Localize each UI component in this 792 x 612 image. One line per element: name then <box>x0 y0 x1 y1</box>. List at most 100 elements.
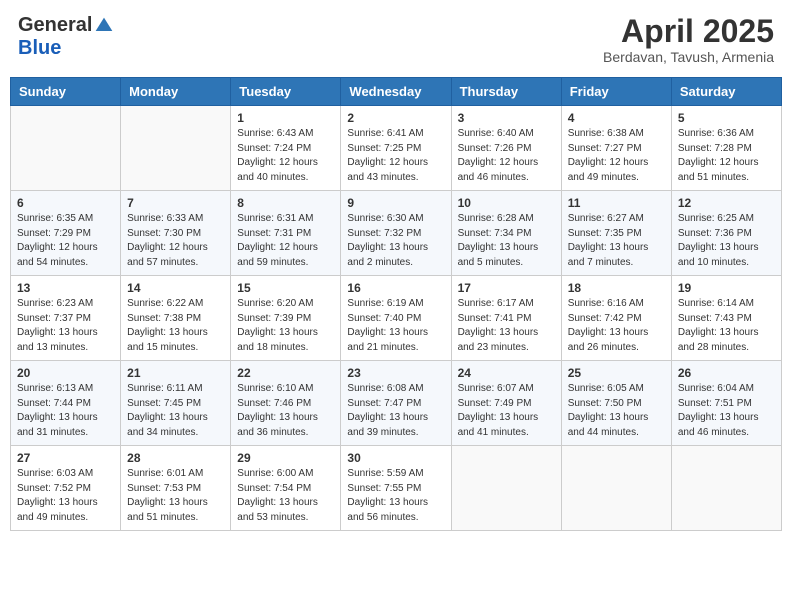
calendar-cell: 4 Sunrise: 6:38 AMSunset: 7:27 PMDaylight… <box>561 106 671 191</box>
day-info: Sunrise: 6:01 AMSunset: 7:53 PMDaylight:… <box>127 467 224 525</box>
calendar-cell <box>121 106 231 191</box>
day-info: Sunrise: 6:16 AMSunset: 7:42 PMDaylight:… <box>568 297 665 355</box>
calendar-cell <box>11 106 121 191</box>
day-info: Sunrise: 5:59 AMSunset: 7:55 PMDaylight:… <box>347 467 444 525</box>
calendar-cell: 16 Sunrise: 6:19 AMSunset: 7:40 PMDayligh… <box>341 276 451 361</box>
day-number: 28 <box>127 451 224 465</box>
day-number: 15 <box>237 281 334 295</box>
calendar-cell <box>671 446 781 531</box>
day-info: Sunrise: 6:33 AMSunset: 7:30 PMDaylight:… <box>127 212 224 270</box>
day-of-week-header: Thursday <box>451 78 561 106</box>
logo-blue-text: Blue <box>18 37 61 60</box>
day-info: Sunrise: 6:28 AMSunset: 7:34 PMDaylight:… <box>458 212 555 270</box>
day-info: Sunrise: 6:22 AMSunset: 7:38 PMDaylight:… <box>127 297 224 355</box>
day-number: 10 <box>458 196 555 210</box>
calendar-cell: 9 Sunrise: 6:30 AMSunset: 7:32 PMDaylight… <box>341 191 451 276</box>
logo-general-text: General <box>18 14 92 37</box>
day-number: 25 <box>568 366 665 380</box>
day-info: Sunrise: 6:38 AMSunset: 7:27 PMDaylight:… <box>568 127 665 185</box>
day-info: Sunrise: 6:14 AMSunset: 7:43 PMDaylight:… <box>678 297 775 355</box>
day-info: Sunrise: 6:00 AMSunset: 7:54 PMDaylight:… <box>237 467 334 525</box>
day-info: Sunrise: 6:30 AMSunset: 7:32 PMDaylight:… <box>347 212 444 270</box>
day-number: 24 <box>458 366 555 380</box>
title-section: April 2025 Berdavan, Tavush, Armenia <box>603 14 774 65</box>
day-number: 30 <box>347 451 444 465</box>
day-number: 20 <box>17 366 114 380</box>
calendar-week-row: 1Sunrise: 6:43 AMSunset: 7:24 PMDaylight… <box>11 106 782 191</box>
day-info: Sunrise: 6:36 AMSunset: 7:28 PMDaylight:… <box>678 127 775 185</box>
calendar-cell: 20 Sunrise: 6:13 AMSunset: 7:44 PMDayligh… <box>11 361 121 446</box>
day-info: Sunrise: 6:35 AMSunset: 7:29 PMDaylight:… <box>17 212 114 270</box>
day-of-week-header: Wednesday <box>341 78 451 106</box>
day-info: Sunrise: 6:03 AMSunset: 7:52 PMDaylight:… <box>17 467 114 525</box>
day-info: Sunrise: 6:40 AMSunset: 7:26 PMDaylight:… <box>458 127 555 185</box>
calendar-cell: 30 Sunrise: 5:59 AMSunset: 7:55 PMDayligh… <box>341 446 451 531</box>
calendar-cell: 21 Sunrise: 6:11 AMSunset: 7:45 PMDayligh… <box>121 361 231 446</box>
day-info: Sunrise: 6:10 AMSunset: 7:46 PMDaylight:… <box>237 382 334 440</box>
day-number: 7 <box>127 196 224 210</box>
day-number: 26 <box>678 366 775 380</box>
day-of-week-header: Tuesday <box>231 78 341 106</box>
day-number: 29 <box>237 451 334 465</box>
calendar-table: SundayMondayTuesdayWednesdayThursdayFrid… <box>10 77 782 531</box>
day-number: 23 <box>347 366 444 380</box>
calendar-cell <box>451 446 561 531</box>
month-title: April 2025 <box>603 14 774 49</box>
calendar-week-row: 13Sunrise: 6:23 AMSunset: 7:37 PMDayligh… <box>11 276 782 361</box>
day-number: 14 <box>127 281 224 295</box>
calendar-cell: 27 Sunrise: 6:03 AMSunset: 7:52 PMDayligh… <box>11 446 121 531</box>
day-info: Sunrise: 6:43 AMSunset: 7:24 PMDaylight:… <box>237 127 334 185</box>
day-number: 5 <box>678 111 775 125</box>
calendar-cell: 23Sunrise: 6:08 AMSunset: 7:47 PMDayligh… <box>341 361 451 446</box>
day-info: Sunrise: 6:05 AMSunset: 7:50 PMDaylight:… <box>568 382 665 440</box>
day-number: 8 <box>237 196 334 210</box>
day-info: Sunrise: 6:13 AMSunset: 7:44 PMDaylight:… <box>17 382 114 440</box>
day-info: Sunrise: 6:19 AMSunset: 7:40 PMDaylight:… <box>347 297 444 355</box>
calendar-cell: 6 Sunrise: 6:35 AMSunset: 7:29 PMDaylight… <box>11 191 121 276</box>
day-info: Sunrise: 6:41 AMSunset: 7:25 PMDaylight:… <box>347 127 444 185</box>
day-number: 27 <box>17 451 114 465</box>
day-number: 9 <box>347 196 444 210</box>
calendar-cell: 14 Sunrise: 6:22 AMSunset: 7:38 PMDayligh… <box>121 276 231 361</box>
calendar-header-row: SundayMondayTuesdayWednesdayThursdayFrid… <box>11 78 782 106</box>
day-info: Sunrise: 6:11 AMSunset: 7:45 PMDaylight:… <box>127 382 224 440</box>
calendar-week-row: 27 Sunrise: 6:03 AMSunset: 7:52 PMDayligh… <box>11 446 782 531</box>
page-header: General Blue April 2025 Berdavan, Tavush… <box>10 10 782 69</box>
calendar-cell: 29 Sunrise: 6:00 AMSunset: 7:54 PMDayligh… <box>231 446 341 531</box>
logo-icon <box>94 16 114 36</box>
calendar-cell: 25 Sunrise: 6:05 AMSunset: 7:50 PMDayligh… <box>561 361 671 446</box>
day-info: Sunrise: 6:20 AMSunset: 7:39 PMDaylight:… <box>237 297 334 355</box>
calendar-cell: 22Sunrise: 6:10 AMSunset: 7:46 PMDayligh… <box>231 361 341 446</box>
logo: General Blue <box>18 14 114 60</box>
location-title: Berdavan, Tavush, Armenia <box>603 49 774 65</box>
day-number: 3 <box>458 111 555 125</box>
calendar-cell: 5 Sunrise: 6:36 AMSunset: 7:28 PMDaylight… <box>671 106 781 191</box>
day-number: 6 <box>17 196 114 210</box>
calendar-cell <box>561 446 671 531</box>
calendar-cell: 1Sunrise: 6:43 AMSunset: 7:24 PMDaylight… <box>231 106 341 191</box>
calendar-week-row: 20 Sunrise: 6:13 AMSunset: 7:44 PMDayligh… <box>11 361 782 446</box>
day-number: 21 <box>127 366 224 380</box>
calendar-cell: 10 Sunrise: 6:28 AMSunset: 7:34 PMDayligh… <box>451 191 561 276</box>
day-of-week-header: Monday <box>121 78 231 106</box>
day-info: Sunrise: 6:04 AMSunset: 7:51 PMDaylight:… <box>678 382 775 440</box>
calendar-cell: 8 Sunrise: 6:31 AMSunset: 7:31 PMDaylight… <box>231 191 341 276</box>
day-info: Sunrise: 6:27 AMSunset: 7:35 PMDaylight:… <box>568 212 665 270</box>
day-number: 17 <box>458 281 555 295</box>
calendar-cell: 26 Sunrise: 6:04 AMSunset: 7:51 PMDayligh… <box>671 361 781 446</box>
calendar-cell: 15 Sunrise: 6:20 AMSunset: 7:39 PMDayligh… <box>231 276 341 361</box>
day-info: Sunrise: 6:23 AMSunset: 7:37 PMDaylight:… <box>17 297 114 355</box>
calendar-cell: 17Sunrise: 6:17 AMSunset: 7:41 PMDayligh… <box>451 276 561 361</box>
day-info: Sunrise: 6:07 AMSunset: 7:49 PMDaylight:… <box>458 382 555 440</box>
day-number: 16 <box>347 281 444 295</box>
calendar-cell: 2 Sunrise: 6:41 AMSunset: 7:25 PMDaylight… <box>341 106 451 191</box>
day-number: 2 <box>347 111 444 125</box>
calendar-cell: 18 Sunrise: 6:16 AMSunset: 7:42 PMDayligh… <box>561 276 671 361</box>
day-number: 4 <box>568 111 665 125</box>
calendar-cell: 7 Sunrise: 6:33 AMSunset: 7:30 PMDaylight… <box>121 191 231 276</box>
calendar-cell: 13Sunrise: 6:23 AMSunset: 7:37 PMDayligh… <box>11 276 121 361</box>
calendar-cell: 3 Sunrise: 6:40 AMSunset: 7:26 PMDaylight… <box>451 106 561 191</box>
day-number: 18 <box>568 281 665 295</box>
day-info: Sunrise: 6:31 AMSunset: 7:31 PMDaylight:… <box>237 212 334 270</box>
calendar-cell: 19Sunrise: 6:14 AMSunset: 7:43 PMDayligh… <box>671 276 781 361</box>
